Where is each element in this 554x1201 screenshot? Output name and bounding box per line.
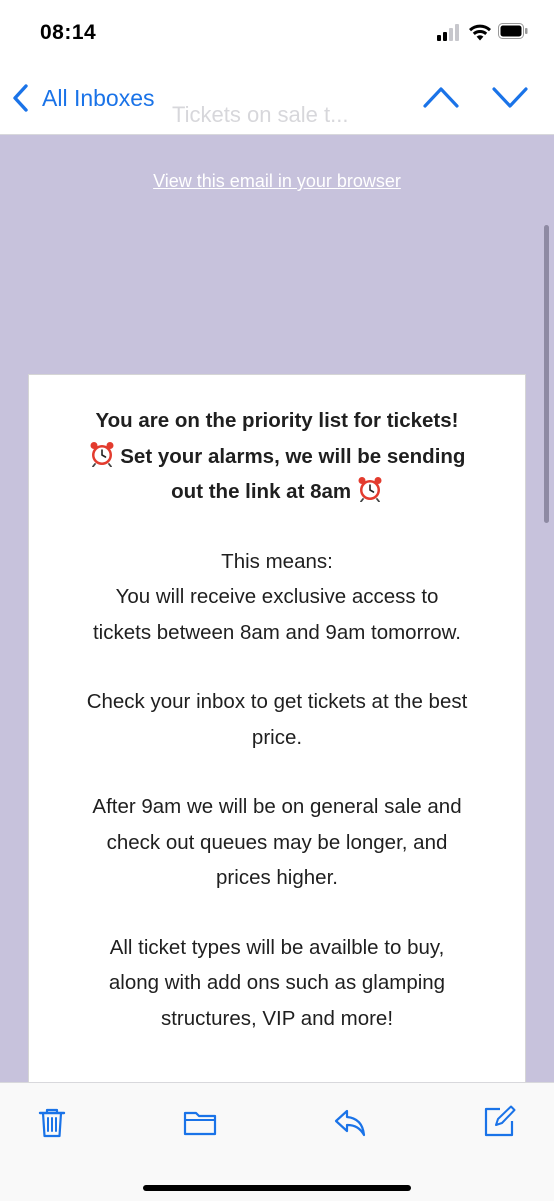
paragraph-line: Check your inbox to get tickets at the b…: [86, 690, 468, 713]
chevron-down-icon[interactable]: [491, 82, 529, 112]
paragraph-line: After 9am we will be on general sale and: [92, 795, 462, 818]
paragraph-line: price.: [251, 725, 303, 749]
headline-line-3-text: out the link at 8am: [171, 480, 352, 503]
alarm-clock-icon: [90, 441, 114, 467]
reply-icon[interactable]: [333, 1105, 367, 1139]
status-bar: 08:14: [0, 0, 554, 66]
email-card: You are on the priority list for tickets…: [28, 374, 526, 1082]
paragraph-line: tickets between 8am and 9am tomorrow.: [92, 620, 462, 644]
home-indicator[interactable]: [143, 1185, 411, 1191]
back-button[interactable]: All Inboxes: [10, 80, 155, 116]
signal-icon: [437, 24, 463, 41]
headline-line-3: out the link at 8am: [29, 474, 525, 510]
chevron-up-icon[interactable]: [422, 82, 460, 112]
paragraph-line: You will receive exclusive access to: [115, 585, 439, 608]
email-body[interactable]: View this email in your browser You are …: [0, 135, 554, 1082]
status-time: 08:14: [40, 21, 97, 44]
paragraph-line: check out queues may be longer, and: [106, 830, 448, 854]
headline-line-2: Set your alarms, we will be sending: [29, 439, 525, 475]
nav-title: Tickets on sale t...: [172, 102, 349, 127]
headline: You are on the priority list for tickets…: [29, 375, 525, 510]
paragraph-line: prices higher.: [216, 866, 338, 889]
paragraph-line: All ticket types will be availble to buy…: [109, 935, 445, 959]
headline-line-2-text: Set your alarms, we will be sending: [120, 444, 466, 468]
nav-bar: All Inboxes Tickets on sale t...: [0, 66, 554, 135]
paragraph-this-means: This means: You will receive exclusive a…: [29, 544, 525, 651]
folder-icon[interactable]: [183, 1105, 217, 1139]
battery-icon: [498, 23, 528, 39]
paragraph-line: This means:: [221, 549, 333, 573]
wifi-icon: [469, 24, 491, 41]
paragraph-check-inbox: Check your inbox to get tickets at the b…: [29, 684, 525, 755]
paragraph-general-sale: After 9am we will be on general sale and…: [29, 789, 525, 896]
chevron-left-icon: [13, 84, 28, 112]
back-button-label: All Inboxes: [42, 84, 155, 111]
trash-icon[interactable]: [35, 1105, 69, 1139]
paragraph-line: along with add ons such as glamping: [108, 971, 446, 994]
headline-line-1: You are on the priority list for tickets…: [95, 409, 459, 432]
paragraph-ticket-types: All ticket types will be availble to buy…: [29, 930, 525, 1037]
view-in-browser-link[interactable]: View this email in your browser: [0, 171, 554, 192]
paragraph-line: structures, VIP and more!: [160, 1006, 394, 1030]
bottom-toolbar: [0, 1082, 554, 1201]
alarm-clock-icon: [358, 477, 382, 502]
compose-icon[interactable]: [482, 1105, 516, 1139]
scrollbar[interactable]: [544, 225, 549, 523]
